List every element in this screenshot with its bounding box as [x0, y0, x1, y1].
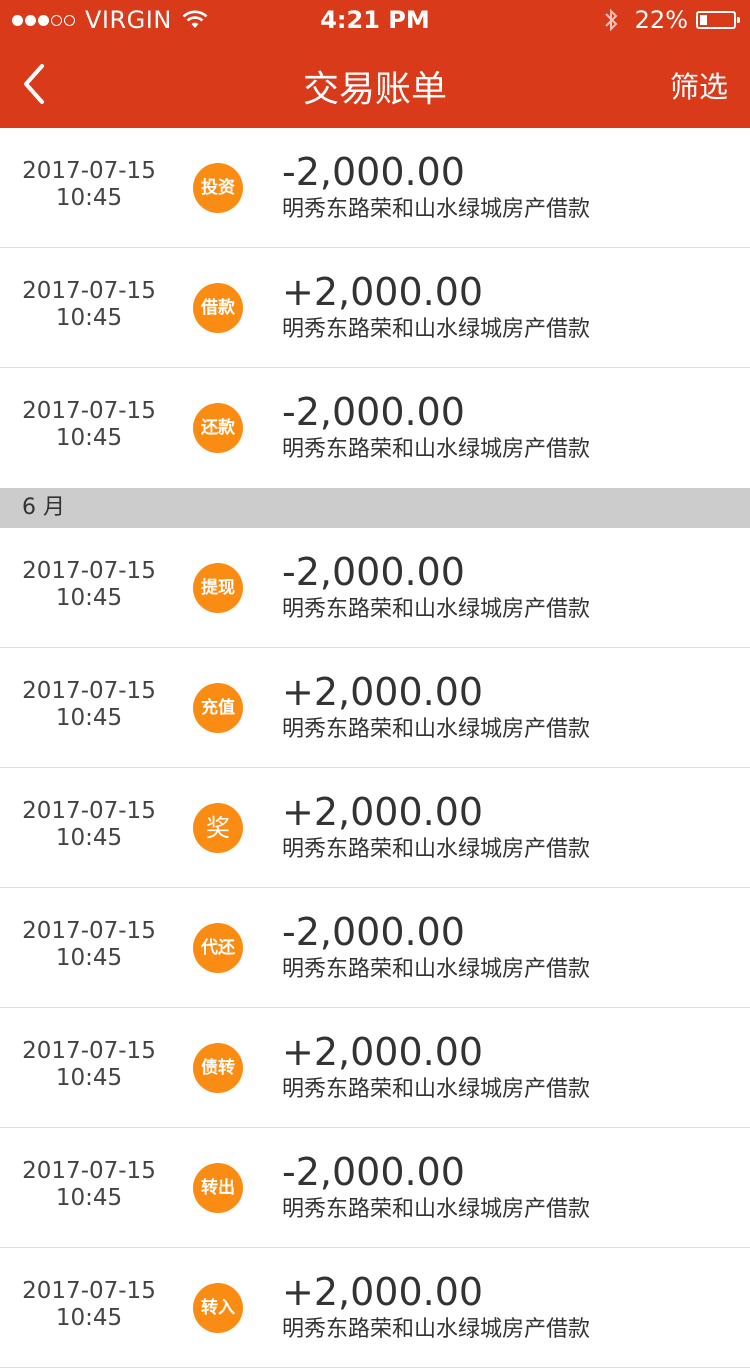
transaction-datetime: 2017-07-15 10:45	[0, 678, 178, 732]
transaction-datetime: 2017-07-15 10:45	[0, 798, 178, 852]
transaction-datetime: 2017-07-15 10:45	[0, 558, 178, 612]
transaction-row[interactable]: 2017-07-15 10:45 奖 +2,000.00 明秀东路荣和山水绿城房产借款	[0, 768, 750, 888]
transaction-time: 10:45	[55, 425, 123, 451]
battery-nub	[737, 17, 740, 23]
transaction-date: 2017-07-15	[22, 558, 156, 584]
filter-button[interactable]: 筛选	[670, 64, 728, 106]
transaction-date: 2017-07-15	[22, 278, 156, 304]
transaction-date: 2017-07-15	[22, 158, 156, 184]
transaction-description: 明秀东路荣和山水绿城房产借款	[282, 597, 591, 622]
transaction-description: 明秀东路荣和山水绿城房产借款	[282, 437, 591, 462]
battery-percent: 22%	[634, 6, 688, 34]
transaction-row[interactable]: 2017-07-15 10:45 借款 +2,000.00 明秀东路荣和山水绿城房产借款	[0, 248, 750, 368]
transaction-date: 2017-07-15	[22, 918, 156, 944]
transaction-description: 明秀东路荣和山水绿城房产借款	[282, 717, 591, 742]
transaction-row[interactable]: 2017-07-15 10:45 充值 +2,000.00 明秀东路荣和山水绿城房产借款	[0, 648, 750, 768]
transaction-row[interactable]: 2017-07-15 10:45 债转 +2,000.00 明秀东路荣和山水绿城房产借款	[0, 1008, 750, 1128]
transaction-time: 10:45	[55, 305, 123, 331]
transaction-time: 10:45	[55, 1305, 123, 1331]
transaction-datetime: 2017-07-15 10:45	[0, 918, 178, 972]
transaction-description: 明秀东路荣和山水绿城房产借款	[282, 317, 591, 342]
transaction-datetime: 2017-07-15 10:45	[0, 398, 178, 452]
transaction-date: 2017-07-15	[22, 398, 156, 424]
transaction-list: 2017-07-15 10:45 投资 -2,000.00 明秀东路荣和山水绿城房产借款…	[0, 128, 750, 1368]
transaction-datetime: 2017-07-15 10:45	[0, 1278, 178, 1332]
transaction-type-badge: 提现	[193, 563, 243, 613]
battery-fill	[700, 15, 707, 25]
transaction-row[interactable]: 2017-07-15 10:45 代还 -2,000.00 明秀东路荣和山水绿城房产借款	[0, 888, 750, 1008]
transaction-description: 明秀东路荣和山水绿城房产借款	[282, 1197, 591, 1222]
status-bar: VIRGIN 4:21 PM 22%	[0, 0, 750, 40]
transaction-type-badge: 还款	[193, 403, 243, 453]
transaction-date: 2017-07-15	[22, 1278, 156, 1304]
transaction-description: 明秀东路荣和山水绿城房产借款	[282, 1317, 591, 1342]
battery-icon	[696, 11, 740, 29]
transaction-time: 10:45	[55, 705, 123, 731]
transaction-type-badge: 投资	[193, 163, 243, 213]
transaction-description: 明秀东路荣和山水绿城房产借款	[282, 197, 591, 222]
transaction-row[interactable]: 2017-07-15 10:45 转出 -2,000.00 明秀东路荣和山水绿城房产借款	[0, 1128, 750, 1248]
transaction-description: 明秀东路荣和山水绿城房产借款	[282, 957, 591, 982]
transaction-type-badge: 充值	[193, 683, 243, 733]
transaction-row[interactable]: 2017-07-15 10:45 还款 -2,000.00 明秀东路荣和山水绿城房产借款	[0, 368, 750, 488]
transaction-datetime: 2017-07-15 10:45	[0, 278, 178, 332]
transaction-type-badge: 代还	[193, 923, 243, 973]
transaction-date: 2017-07-15	[22, 798, 156, 824]
status-right: 22%	[603, 6, 740, 34]
transaction-date: 2017-07-15	[22, 678, 156, 704]
transaction-description: 明秀东路荣和山水绿城房产借款	[282, 837, 591, 862]
transaction-amount: +2,000.00	[282, 670, 484, 714]
app-header: VIRGIN 4:21 PM 22% 交易账单 筛选	[0, 0, 750, 128]
transaction-amount: -2,000.00	[282, 1150, 465, 1194]
transaction-time: 10:45	[55, 825, 123, 851]
transaction-row[interactable]: 2017-07-15 10:45 转入 +2,000.00 明秀东路荣和山水绿城房产借款	[0, 1248, 750, 1368]
page-title: 交易账单	[302, 69, 447, 110]
nav-bar: 交易账单 筛选	[0, 40, 750, 128]
transaction-amount: +2,000.00	[282, 790, 484, 834]
transaction-amount: -2,000.00	[282, 550, 465, 594]
transaction-type-badge: 转入	[193, 1283, 243, 1333]
transaction-datetime: 2017-07-15 10:45	[0, 1038, 178, 1092]
transaction-time: 10:45	[55, 1065, 123, 1091]
transaction-amount: -2,000.00	[282, 390, 465, 434]
transaction-type-badge: 借款	[193, 283, 243, 333]
transaction-type-badge: 转出	[193, 1163, 243, 1213]
transaction-amount: -2,000.00	[282, 910, 465, 954]
transaction-type-badge: 债转	[193, 1043, 243, 1093]
transaction-row[interactable]: 2017-07-15 10:45 投资 -2,000.00 明秀东路荣和山水绿城房产借款	[0, 128, 750, 248]
transaction-description: 明秀东路荣和山水绿城房产借款	[282, 1077, 591, 1102]
bluetooth-icon	[604, 8, 618, 32]
transaction-type-badge: 奖	[193, 803, 243, 853]
transaction-amount: +2,000.00	[282, 1030, 484, 1074]
transaction-datetime: 2017-07-15 10:45	[0, 1158, 178, 1212]
transaction-time: 10:45	[55, 185, 123, 211]
transaction-row[interactable]: 2017-07-15 10:45 提现 -2,000.00 明秀东路荣和山水绿城房产借款	[0, 528, 750, 648]
transaction-time: 10:45	[55, 945, 123, 971]
transaction-date: 2017-07-15	[22, 1038, 156, 1064]
transaction-date: 2017-07-15	[22, 1158, 156, 1184]
transaction-amount: -2,000.00	[282, 150, 465, 194]
transaction-time: 10:45	[55, 585, 123, 611]
transaction-amount: +2,000.00	[282, 1270, 484, 1314]
transaction-datetime: 2017-07-15 10:45	[0, 158, 178, 212]
month-section-header: 6 月	[0, 488, 750, 528]
transaction-time: 10:45	[55, 1185, 123, 1211]
transaction-amount: +2,000.00	[282, 270, 484, 314]
